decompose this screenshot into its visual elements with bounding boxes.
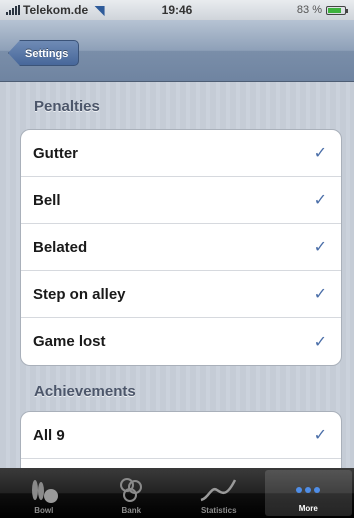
battery-percent: 83 %	[296, 4, 322, 16]
back-button[interactable]: Settings	[8, 40, 80, 66]
checkmark-icon: ✓	[313, 239, 327, 256]
list-item-label: Belated	[33, 238, 88, 256]
tab-more[interactable]: More	[264, 470, 352, 516]
list-item[interactable]: Gutter ✓	[21, 130, 341, 177]
list-item[interactable]	[21, 459, 341, 468]
list-item-label: All 9	[33, 426, 65, 444]
settings-content: Penalties Gutter ✓ Bell ✓ Belated ✓ Step…	[0, 83, 354, 468]
penalties-group: Gutter ✓ Bell ✓ Belated ✓ Step on alley …	[20, 129, 342, 366]
list-item-label: Game lost	[33, 333, 106, 350]
status-bar: Telekom.de ◥ 19:46 83 %	[0, 0, 354, 20]
checkmark-icon: ✓	[313, 427, 327, 444]
tab-label: Statistics	[200, 506, 237, 515]
section-header-penalties: Penalties	[34, 98, 100, 115]
more-dots-icon	[296, 487, 321, 493]
pins-icon	[31, 480, 58, 503]
list-item[interactable]: Step on alley ✓	[21, 271, 341, 318]
achievements-group: All 9 ✓	[20, 411, 342, 468]
graph-icon	[200, 479, 236, 502]
list-item-label: Bell	[33, 191, 61, 209]
list-item[interactable]: Bell ✓	[21, 177, 341, 224]
settings-screen: Telekom.de ◥ 19:46 83 % Settings Penalti…	[0, 0, 354, 518]
tab-label: More	[298, 504, 318, 513]
list-item[interactable]: All 9 ✓	[21, 412, 341, 459]
tab-label: Bank	[121, 506, 142, 515]
list-item[interactable]: Belated ✓	[21, 224, 341, 271]
checkmark-icon: ✓	[313, 192, 327, 209]
checkmark-icon: ✓	[313, 286, 327, 303]
checkmark-icon: ✓	[313, 145, 327, 162]
tab-bank[interactable]: Bank	[88, 468, 176, 518]
coins-icon	[120, 478, 143, 502]
list-item-label: Gutter	[33, 144, 78, 162]
tab-bar: Bowl Bank Statistics More	[0, 468, 354, 518]
battery-indicator: 83 %	[296, 4, 348, 16]
tab-bowl[interactable]: Bowl	[0, 468, 88, 518]
list-item-label: Step on alley	[33, 285, 126, 303]
navigation-bar: Settings	[0, 20, 354, 82]
list-item[interactable]: Game lost ✓	[21, 318, 341, 365]
battery-icon	[326, 5, 348, 15]
tab-label: Bowl	[34, 506, 54, 515]
checkmark-icon: ✓	[313, 333, 327, 351]
tab-statistics[interactable]: Statistics	[175, 468, 263, 518]
section-header-achievements: Achievements	[34, 383, 136, 400]
